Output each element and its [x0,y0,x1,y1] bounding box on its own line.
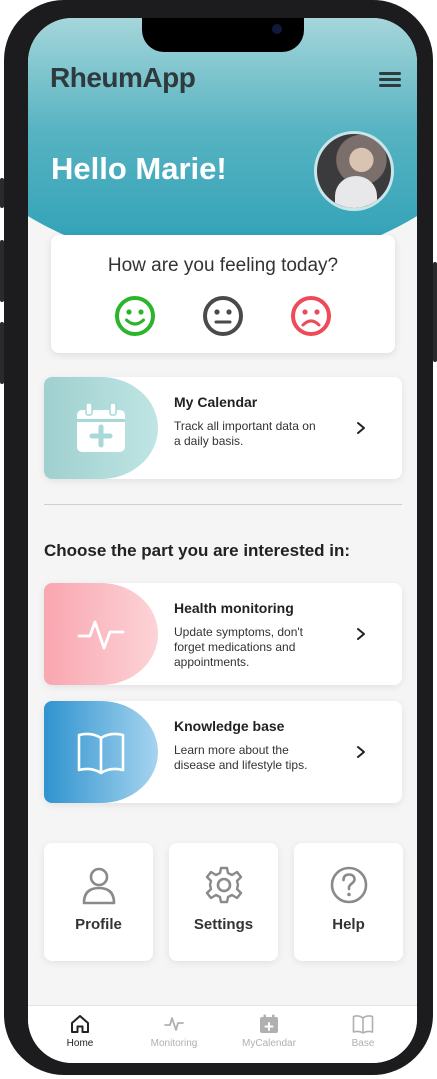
avatar[interactable] [314,131,394,211]
sad-face-icon[interactable] [290,295,332,337]
health-card-description: Update symptoms, don't forget medication… [174,625,304,669]
chevron-right-icon [357,628,365,640]
help-label: Help [332,916,365,933]
book-icon [77,732,125,775]
mood-question: How are you feeling today? [107,255,339,276]
mood-card: How are you feeling today? [51,235,395,353]
knowledge-card-description: Learn more about the disease and lifesty… [174,743,308,772]
knowledge-card-art [44,701,158,803]
settings-label: Settings [193,916,254,933]
book-icon [352,1015,374,1034]
pulse-icon [77,620,125,650]
health-monitoring-card[interactable]: Health monitoring Update symptoms, don't… [44,583,402,685]
notch [142,18,304,52]
health-card-title: Health monitoring [174,600,294,616]
bottom-nav: Home Monitoring MyCalendar Base [28,1005,417,1063]
greeting-title: Hello Marie! [51,151,227,186]
volume-up-button [0,240,4,302]
chevron-right-icon [357,746,365,758]
calendar-card-title: My Calendar [174,394,258,410]
gear-icon [205,866,243,904]
pulse-icon [164,1017,184,1031]
profile-tile[interactable]: Profile [44,843,153,961]
nav-label-monitoring: Monitoring [150,1038,198,1049]
happy-face-icon[interactable] [114,295,156,337]
nav-item-base[interactable]: Base [323,1014,403,1049]
user-icon [82,867,116,905]
nav-item-monitoring[interactable]: Monitoring [134,1014,214,1049]
calendar-plus-icon [260,1014,278,1033]
nav-item-mycalendar[interactable]: MyCalendar [229,1014,309,1049]
calendar-card-description: Track all important data on a daily basi… [174,419,316,448]
calendar-plus-icon [77,402,125,452]
home-icon [71,1015,89,1033]
mute-switch [0,178,4,208]
volume-down-button [0,322,4,384]
health-card-art [44,583,158,685]
question-icon [330,866,368,904]
nav-label-base: Base [351,1038,375,1049]
phone-frame: RheumApp Hello Marie! How are you feelin… [0,0,437,1075]
nav-item-home[interactable]: Home [40,1014,120,1049]
calendar-card-art [44,377,158,479]
hamburger-menu-icon[interactable] [379,72,401,88]
nav-label-home: Home [66,1038,94,1049]
calendar-card[interactable]: My Calendar Track all important data on … [44,377,402,479]
divider [44,504,402,505]
knowledge-base-card[interactable]: Knowledge base Learn more about the dise… [44,701,402,803]
camera [272,24,282,34]
app-logo: RheumApp [50,62,196,93]
neutral-face-icon[interactable] [202,295,244,337]
section-title: Choose the part you are interested in: [44,541,351,560]
power-button [433,262,437,362]
help-tile[interactable]: Help [294,843,403,961]
knowledge-card-title: Knowledge base [174,718,285,734]
settings-tile[interactable]: Settings [169,843,278,961]
profile-label: Profile [75,916,122,933]
nav-label-mycalendar: MyCalendar [242,1038,296,1049]
screen: RheumApp Hello Marie! How are you feelin… [28,18,417,1063]
chevron-right-icon [357,422,365,434]
